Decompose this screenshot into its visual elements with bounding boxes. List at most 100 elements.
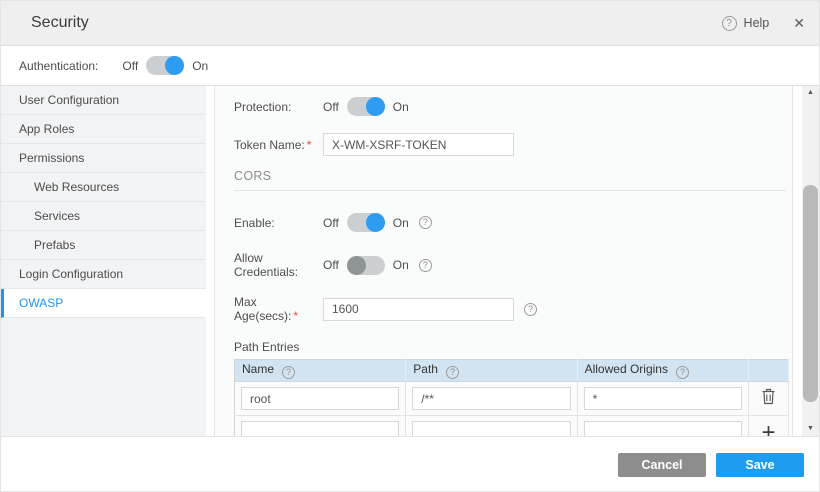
protection-toggle[interactable] xyxy=(347,97,385,116)
path-entries-table: Name? Path? Allowed Origins? xyxy=(234,359,789,436)
security-dialog: Security ? Help ✕ Authentication: Off On… xyxy=(0,0,820,492)
sidebar-item-permissions[interactable]: Permissions xyxy=(1,144,206,173)
row-path-input[interactable] xyxy=(412,387,570,410)
help-label: Help xyxy=(744,16,770,30)
max-age-label: Max Age(secs):* xyxy=(234,295,323,323)
name-help-icon[interactable]: ? xyxy=(282,366,295,379)
sidebar-item-services[interactable]: Services xyxy=(1,202,206,231)
save-button[interactable]: Save xyxy=(716,453,804,477)
column-label: Path xyxy=(413,362,438,376)
sidebar-item-prefabs[interactable]: Prefabs xyxy=(1,231,206,260)
toggle-knob xyxy=(366,97,385,116)
scroll-down-icon[interactable]: ▼ xyxy=(802,422,819,436)
origins-cell xyxy=(577,416,748,437)
close-icon[interactable]: ✕ xyxy=(793,16,805,30)
new-name-input[interactable] xyxy=(241,421,399,436)
token-name-row: Token Name:* xyxy=(234,133,786,156)
path-cell xyxy=(406,416,577,437)
scrollbar-thumb[interactable] xyxy=(803,185,818,402)
enable-toggle[interactable] xyxy=(347,213,385,232)
table-row-new: + xyxy=(235,416,789,437)
table-row xyxy=(235,382,789,416)
sidebar-item-label: Services xyxy=(34,209,80,223)
sidebar-item-user-configuration[interactable]: User Configuration xyxy=(1,86,206,115)
name-cell xyxy=(235,382,406,416)
sidebar-item-label: App Roles xyxy=(19,122,74,136)
sidebar-item-label: Prefabs xyxy=(34,238,75,252)
column-header-actions xyxy=(748,360,788,382)
content-scrollbar-gap xyxy=(793,86,802,436)
sidebar-item-label: Login Configuration xyxy=(19,267,123,281)
path-help-icon[interactable]: ? xyxy=(446,366,459,379)
column-header-allowed-origins: Allowed Origins? xyxy=(577,360,748,382)
toggle-knob xyxy=(366,213,385,232)
enable-label: Enable: xyxy=(234,216,323,230)
toggle-knob xyxy=(347,256,366,275)
sidebar-item-app-roles[interactable]: App Roles xyxy=(1,115,206,144)
allow-credentials-row: Allow Credentials: Off On ? xyxy=(234,251,786,279)
toggle-knob xyxy=(165,56,184,75)
sidebar-item-label: OWASP xyxy=(19,296,63,310)
allowed-origins-help-icon[interactable]: ? xyxy=(676,366,689,379)
title-bar: Security ? Help ✕ xyxy=(1,1,819,46)
required-mark: * xyxy=(293,309,298,323)
add-row-button[interactable]: + xyxy=(761,419,775,437)
label-text: Token Name: xyxy=(234,138,305,152)
allow-credentials-off-label: Off xyxy=(323,258,339,272)
vertical-scrollbar[interactable]: ▲ ▼ xyxy=(802,86,819,436)
column-header-path: Path? xyxy=(406,360,577,382)
sidebar-item-label: Permissions xyxy=(19,151,84,165)
page-title: Security xyxy=(31,14,89,32)
protection-off-label: Off xyxy=(323,100,339,114)
authentication-label: Authentication: xyxy=(19,59,98,73)
table-header-row: Name? Path? Allowed Origins? xyxy=(235,360,789,382)
help-button[interactable]: ? Help xyxy=(722,16,770,31)
protection-label: Protection: xyxy=(234,100,323,114)
trash-icon xyxy=(761,388,776,405)
name-cell xyxy=(235,416,406,437)
max-age-row: Max Age(secs):* ? xyxy=(234,295,786,323)
new-path-input[interactable] xyxy=(412,421,570,436)
row-origins-input[interactable] xyxy=(584,387,742,410)
sidebar-item-owasp[interactable]: OWASP xyxy=(1,289,206,318)
path-entries-title: Path Entries xyxy=(234,340,786,354)
dialog-body: User Configuration App Roles Permissions… xyxy=(1,86,819,437)
owasp-panel: Protection: Off On Token Name:* CORS Ena… xyxy=(215,86,793,436)
footer-bar: Cancel Save xyxy=(1,437,819,492)
protection-row: Protection: Off On xyxy=(234,97,786,116)
token-name-input[interactable] xyxy=(323,133,514,156)
allow-credentials-label: Allow Credentials: xyxy=(234,251,323,279)
enable-help-icon[interactable]: ? xyxy=(419,216,432,229)
path-cell xyxy=(406,382,577,416)
sidebar-item-label: Web Resources xyxy=(34,180,119,194)
allow-credentials-toggle[interactable] xyxy=(347,256,385,275)
enable-row: Enable: Off On ? xyxy=(234,213,786,232)
sidebar-item-login-configuration[interactable]: Login Configuration xyxy=(1,260,206,289)
delete-row-button[interactable] xyxy=(761,388,776,405)
label-text: Max Age(secs): xyxy=(234,295,291,323)
authentication-toggle[interactable] xyxy=(146,56,184,75)
origins-cell xyxy=(577,382,748,416)
authentication-on-label: On xyxy=(192,59,208,73)
new-origins-input[interactable] xyxy=(584,421,742,436)
column-label: Allowed Origins xyxy=(585,362,668,376)
authentication-off-label: Off xyxy=(122,59,138,73)
required-mark: * xyxy=(307,138,312,152)
allow-credentials-help-icon[interactable]: ? xyxy=(419,259,432,272)
authentication-bar: Authentication: Off On xyxy=(1,46,819,86)
cors-section-heading: CORS xyxy=(234,169,786,183)
enable-on-label: On xyxy=(393,216,409,230)
sidebar: User Configuration App Roles Permissions… xyxy=(1,86,206,436)
max-age-help-icon[interactable]: ? xyxy=(524,303,537,316)
enable-off-label: Off xyxy=(323,216,339,230)
scroll-up-icon[interactable]: ▲ xyxy=(802,86,819,100)
sidebar-item-web-resources[interactable]: Web Resources xyxy=(1,173,206,202)
max-age-input[interactable] xyxy=(323,298,514,321)
column-header-name: Name? xyxy=(235,360,406,382)
allow-credentials-on-label: On xyxy=(393,258,409,272)
protection-on-label: On xyxy=(393,100,409,114)
token-name-label: Token Name:* xyxy=(234,138,323,152)
row-actions-cell: + xyxy=(748,416,788,437)
cancel-button[interactable]: Cancel xyxy=(618,453,706,477)
row-name-input[interactable] xyxy=(241,387,399,410)
